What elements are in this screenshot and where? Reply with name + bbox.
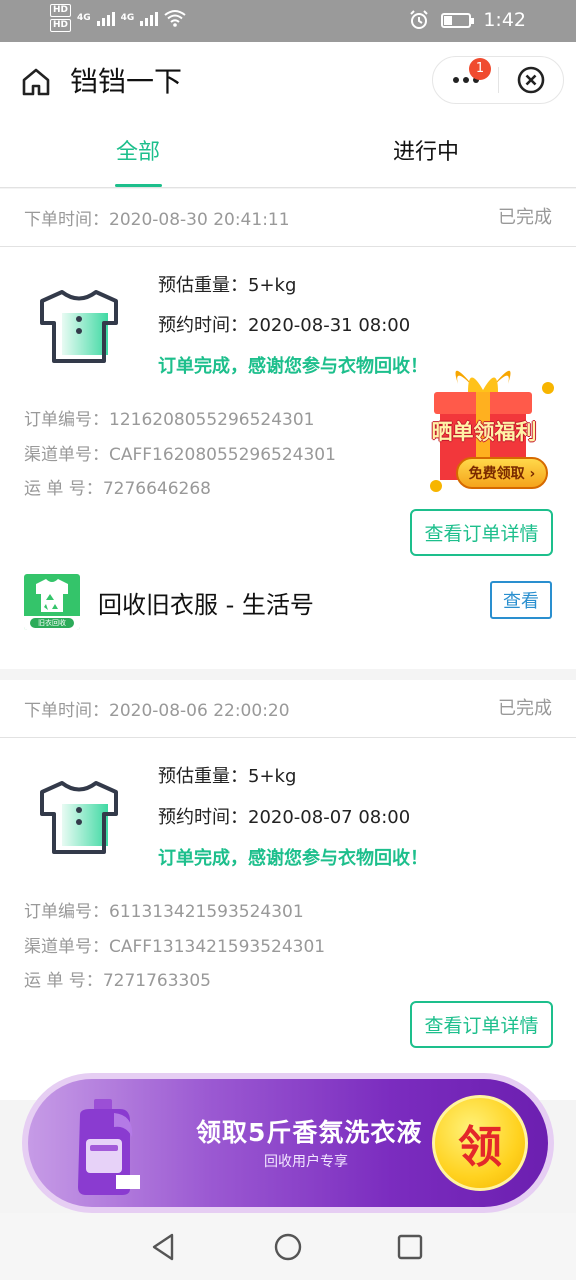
order-tabs: 全部 进行中 (0, 118, 576, 188)
network-type: 4G (77, 13, 91, 23)
status-bar: HD HD 4G 4G 1:42 (0, 0, 576, 42)
home-icon[interactable] (18, 64, 54, 100)
detergent-bottle-icon (78, 1099, 140, 1195)
order-card: 下单时间：2020-08-30 20:41:11 已完成 预估重量：5+kg 预… (0, 189, 576, 669)
more-button[interactable]: 1 (433, 57, 498, 103)
order-detail-button[interactable]: 查看订单详情 (410, 509, 553, 556)
promo-title: 领取5斤香氛洗衣液 (196, 1118, 423, 1147)
gift-promo[interactable]: 晒单领福利 免费领取 › (408, 354, 558, 494)
order-number: 订单编号：611313421593524301 (24, 902, 304, 922)
order-time: 下单时间：2020-08-06 22:00:20 (24, 701, 290, 721)
life-account-row: 旧衣回收 回收旧衣服 - 生活号 查看 (0, 569, 576, 639)
home-nav-icon[interactable] (272, 1231, 304, 1263)
completion-message: 订单完成，感谢您参与衣物回收！ (158, 848, 428, 869)
close-button[interactable] (499, 57, 563, 103)
appointment-time: 预约时间：2020-08-07 08:00 (158, 807, 411, 828)
order-status: 已完成 (498, 207, 552, 228)
gift-promo-title: 晒单领福利 (431, 420, 537, 444)
system-nav-bar (0, 1213, 576, 1280)
active-tab-indicator (115, 184, 162, 187)
close-icon (517, 66, 545, 94)
clock: 1:42 (483, 9, 526, 31)
notification-badge: 1 (469, 58, 491, 80)
recycle-clothes-logo: 旧衣回收 (24, 574, 80, 630)
free-claim-button[interactable]: 免费领取 › (456, 457, 548, 489)
promo-subtitle: 回收用户专享 (264, 1154, 348, 1170)
estimated-weight: 预估重量：5+kg (158, 275, 297, 296)
life-account-name: 回收旧衣服 - 生活号 (98, 591, 314, 619)
detergent-promo-banner[interactable]: 领取5斤香氛洗衣液 回收用户专享 领 (22, 1073, 554, 1213)
tshirt-icon (40, 290, 118, 363)
view-life-account-button[interactable]: 查看 (490, 581, 552, 619)
channel-number: 渠道单号：CAFF16208055296524301 (24, 445, 336, 465)
network-type: 4G (120, 13, 135, 23)
logo-caption: 旧衣回收 (30, 618, 74, 628)
page-title: 铛铛一下 (70, 65, 183, 98)
signal-icon (140, 10, 159, 26)
waybill-number: 运 单 号：7271763305 (24, 971, 211, 991)
recycle-icon (36, 579, 68, 612)
order-status: 已完成 (498, 698, 552, 719)
mini-app-capsule: 1 (432, 56, 564, 104)
hd-indicator: HD (50, 4, 72, 17)
wifi-icon (164, 10, 186, 27)
order-card-header: 下单时间：2020-08-06 22:00:20 已完成 (0, 680, 576, 738)
app-header: 铛铛一下 1 (0, 42, 576, 118)
signal-icon (96, 10, 115, 26)
order-card-header: 下单时间：2020-08-30 20:41:11 已完成 (0, 189, 576, 247)
waybill-number: 运 单 号：7276646268 (24, 479, 211, 499)
order-number: 订单编号：1216208055296524301 (24, 410, 315, 430)
tshirt-icon (40, 781, 118, 854)
tab-all[interactable]: 全部 (58, 134, 218, 166)
back-icon[interactable] (148, 1231, 180, 1263)
hd-indicator: HD (50, 19, 72, 32)
order-time: 下单时间：2020-08-30 20:41:11 (24, 210, 290, 230)
order-card: 下单时间：2020-08-06 22:00:20 已完成 预估重量：5+kg 预… (0, 680, 576, 1100)
battery-icon (441, 12, 475, 28)
order-detail-button[interactable]: 查看订单详情 (410, 1001, 553, 1048)
alarm-icon (410, 10, 429, 29)
completion-message: 订单完成，感谢您参与衣物回收！ (158, 356, 428, 377)
tab-in-progress[interactable]: 进行中 (346, 134, 506, 166)
channel-number: 渠道单号：CAFF1313421593524301 (24, 937, 326, 957)
estimated-weight: 预估重量：5+kg (158, 766, 297, 787)
claim-coin-button[interactable]: 领 (432, 1095, 528, 1191)
recent-apps-icon[interactable] (394, 1231, 426, 1263)
appointment-time: 预约时间：2020-08-31 08:00 (158, 315, 411, 336)
